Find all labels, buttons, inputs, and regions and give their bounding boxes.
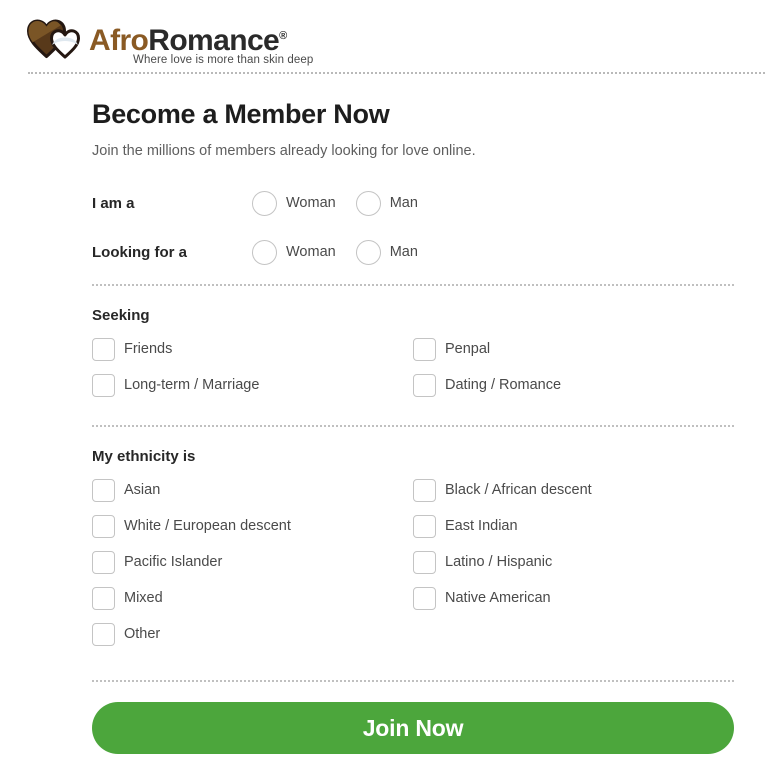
- checkbox-label: Penpal: [445, 341, 491, 357]
- radio-circle-icon[interactable]: [355, 190, 381, 216]
- site-header: AfroRomance® Where love is more than ski…: [0, 0, 770, 74]
- checkbox-pacific-islander[interactable]: Pacific Islander: [92, 544, 413, 580]
- seeking-column-right: Penpal Dating / Romance: [413, 331, 734, 403]
- checkbox-label: Latino / Hispanic: [445, 554, 553, 570]
- ethnicity-column-right: Black / African descent East Indian Lati…: [413, 472, 734, 652]
- registered-trademark-icon: ®: [279, 30, 287, 42]
- checkbox-native-american[interactable]: Native American: [413, 580, 734, 616]
- looking-for-a-row: Looking for a Woman Man: [92, 233, 734, 271]
- seeking-options-grid: Friends Long-term / Marriage Penpal Dati…: [92, 331, 734, 403]
- checkbox-label: White / European descent: [124, 518, 291, 534]
- radio-label: Woman: [286, 195, 336, 211]
- checkbox-label: Other: [124, 626, 161, 642]
- signup-form: Become a Member Now Join the millions of…: [0, 98, 770, 754]
- radio-i-am-a-man[interactable]: Man: [355, 190, 418, 216]
- header-divider: [28, 72, 765, 74]
- checkbox-label: Native American: [445, 590, 551, 606]
- ethnicity-title: My ethnicity is: [92, 448, 196, 465]
- checkbox-box-icon[interactable]: [413, 337, 436, 361]
- checkbox-box-icon[interactable]: [413, 514, 436, 538]
- checkbox-dating-romance[interactable]: Dating / Romance: [413, 367, 734, 403]
- submit-area: Join Now: [92, 682, 734, 754]
- radio-looking-for-man[interactable]: Man: [355, 239, 418, 265]
- page-subtitle: Join the millions of members already loo…: [92, 143, 476, 159]
- checkbox-label: Long-term / Marriage: [124, 377, 260, 393]
- radio-circle-icon[interactable]: [252, 190, 277, 216]
- checkbox-box-icon[interactable]: [92, 337, 115, 361]
- page-title: Become a Member Now: [92, 99, 390, 129]
- radio-label: Man: [389, 244, 418, 260]
- checkbox-long-term-marriage[interactable]: Long-term / Marriage: [92, 367, 413, 403]
- checkbox-white-european-descent[interactable]: White / European descent: [92, 508, 413, 544]
- checkbox-box-icon[interactable]: [92, 550, 115, 574]
- checkbox-penpal[interactable]: Penpal: [413, 331, 734, 367]
- checkbox-label: Mixed: [124, 590, 163, 606]
- ethnicity-options-grid: Asian White / European descent Pacific I…: [92, 472, 734, 652]
- brand-logo[interactable]: AfroRomance® Where love is more than ski…: [0, 18, 770, 66]
- checkbox-box-icon[interactable]: [92, 373, 115, 397]
- checkbox-label: Dating / Romance: [445, 377, 562, 393]
- checkbox-label: Friends: [124, 341, 173, 357]
- brand-wordmark: AfroRomance® Where love is more than ski…: [89, 18, 314, 67]
- brand-name-romance: Romance: [148, 24, 280, 57]
- checkbox-box-icon[interactable]: [413, 550, 436, 574]
- checkbox-label: Asian: [124, 482, 161, 498]
- seeking-section: Seeking Friends Long-term / Marriage Pen…: [92, 286, 734, 403]
- brand-tagline: Where love is more than skin deep: [133, 54, 314, 66]
- checkbox-box-icon[interactable]: [92, 622, 115, 646]
- checkbox-other[interactable]: Other: [92, 616, 413, 652]
- seeking-title: Seeking: [92, 307, 150, 324]
- radio-i-am-a-woman[interactable]: Woman: [252, 190, 336, 216]
- radio-circle-icon[interactable]: [355, 239, 381, 265]
- checkbox-box-icon[interactable]: [92, 478, 115, 502]
- checkbox-latino-hispanic[interactable]: Latino / Hispanic: [413, 544, 734, 580]
- radio-circle-icon[interactable]: [252, 239, 277, 265]
- checkbox-label: East Indian: [445, 518, 518, 534]
- checkbox-black-african-descent[interactable]: Black / African descent: [413, 472, 734, 508]
- ethnicity-section: My ethnicity is Asian White / European d…: [92, 427, 734, 652]
- two-hearts-icon: [27, 19, 80, 59]
- ethnicity-column-left: Asian White / European descent Pacific I…: [92, 472, 413, 652]
- checkbox-asian[interactable]: Asian: [92, 472, 413, 508]
- checkbox-box-icon[interactable]: [413, 478, 436, 502]
- i-am-a-label: I am a: [92, 194, 135, 212]
- radio-label: Man: [389, 195, 418, 211]
- join-now-button[interactable]: Join Now: [92, 702, 734, 754]
- seeking-column-left: Friends Long-term / Marriage: [92, 331, 413, 403]
- checkbox-label: Black / African descent: [445, 482, 592, 498]
- gender-section: I am a Woman Man Looking for a Woman Man: [92, 184, 734, 271]
- checkbox-box-icon[interactable]: [413, 586, 436, 610]
- checkbox-friends[interactable]: Friends: [92, 331, 413, 367]
- looking-for-a-label: Looking for a: [92, 243, 187, 261]
- brand-name: AfroRomance®: [89, 20, 313, 57]
- radio-label: Woman: [286, 244, 336, 260]
- radio-looking-for-woman[interactable]: Woman: [252, 239, 336, 265]
- checkbox-box-icon[interactable]: [413, 373, 436, 397]
- checkbox-label: Pacific Islander: [124, 554, 223, 570]
- checkbox-box-icon[interactable]: [92, 514, 115, 538]
- brand-name-afro: Afro: [89, 24, 149, 57]
- checkbox-mixed[interactable]: Mixed: [92, 580, 413, 616]
- checkbox-box-icon[interactable]: [92, 586, 115, 610]
- i-am-a-row: I am a Woman Man: [92, 184, 734, 222]
- checkbox-east-indian[interactable]: East Indian: [413, 508, 734, 544]
